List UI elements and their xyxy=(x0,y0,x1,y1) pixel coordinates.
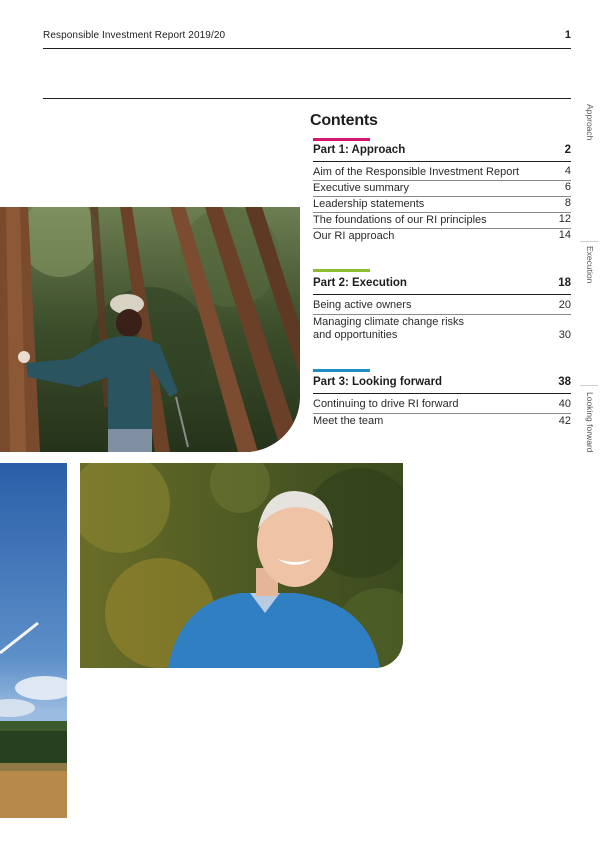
part-3-heading[interactable]: Part 3: Looking forward 38 xyxy=(313,375,571,394)
toc-item-page: 30 xyxy=(558,329,571,341)
toc-item[interactable]: Meet the team 42 xyxy=(313,413,571,430)
toc-item-label: Executive summary xyxy=(313,182,409,194)
report-title: Responsible Investment Report 2019/20 xyxy=(43,30,226,41)
side-tab-approach[interactable]: Approach xyxy=(585,104,595,140)
toc-item[interactable]: Continuing to drive RI forward 40 xyxy=(313,396,571,414)
part-page: 38 xyxy=(558,376,571,388)
forest-photo xyxy=(0,207,300,452)
side-tab-looking-forward[interactable]: Looking forward xyxy=(585,392,595,452)
toc-item-page: 42 xyxy=(558,415,571,427)
toc-item[interactable]: Aim of the Responsible Investment Report… xyxy=(313,164,571,181)
section-divider xyxy=(43,98,571,99)
toc-item-label: Being active owners xyxy=(313,299,412,311)
toc-item-page: 14 xyxy=(558,229,571,241)
toc-item-label: Continuing to drive RI forward xyxy=(313,398,459,410)
toc-item[interactable]: Our RI approach 14 xyxy=(313,228,571,244)
page-number: 1 xyxy=(564,29,571,41)
part-title: Part 2: Execution xyxy=(313,277,407,289)
toc-item-page: 4 xyxy=(564,165,571,177)
toc-item-label: Leadership statements xyxy=(313,198,425,210)
contents-heading: Contents xyxy=(310,112,378,129)
toc-item[interactable]: Executive summary 6 xyxy=(313,180,571,197)
toc-item-page: 40 xyxy=(558,398,571,410)
toc-item-label: Our RI approach xyxy=(313,230,395,242)
toc-item-label: Meet the team xyxy=(313,415,384,427)
toc-item-page: 6 xyxy=(564,181,571,193)
side-tab-separator xyxy=(580,385,598,386)
wind-turbine-photo xyxy=(0,463,67,818)
toc-item-label: Aim of the Responsible Investment Report xyxy=(313,166,520,178)
toc-item[interactable]: Being active owners 20 xyxy=(313,297,571,315)
toc-item-label: The foundations of our RI principles xyxy=(313,214,487,226)
toc-item-page: 20 xyxy=(558,299,571,311)
side-tab-execution[interactable]: Execution xyxy=(585,246,595,283)
toc-item-label: Managing climate change risks and opport… xyxy=(313,316,465,341)
side-tab-separator xyxy=(580,241,598,242)
part-title: Part 1: Approach xyxy=(313,144,406,156)
portrait-photo xyxy=(80,463,403,668)
part-2-accent-bar xyxy=(313,269,370,272)
part-1-accent-bar xyxy=(313,138,370,141)
part-2-heading[interactable]: Part 2: Execution 18 xyxy=(313,276,571,295)
toc-item-page: 12 xyxy=(558,213,571,225)
part-3-accent-bar xyxy=(313,369,370,372)
toc-item-page: 8 xyxy=(564,197,571,209)
part-1-heading[interactable]: Part 1: Approach 2 xyxy=(313,143,571,162)
toc-item[interactable]: Leadership statements 8 xyxy=(313,196,571,213)
part-page: 2 xyxy=(564,144,571,156)
report-header: Responsible Investment Report 2019/20 1 xyxy=(43,26,571,49)
toc-item[interactable]: The foundations of our RI principles 12 xyxy=(313,212,571,229)
part-page: 18 xyxy=(558,277,571,289)
part-title: Part 3: Looking forward xyxy=(313,376,443,388)
toc-item[interactable]: Managing climate change risks and opport… xyxy=(313,314,571,344)
